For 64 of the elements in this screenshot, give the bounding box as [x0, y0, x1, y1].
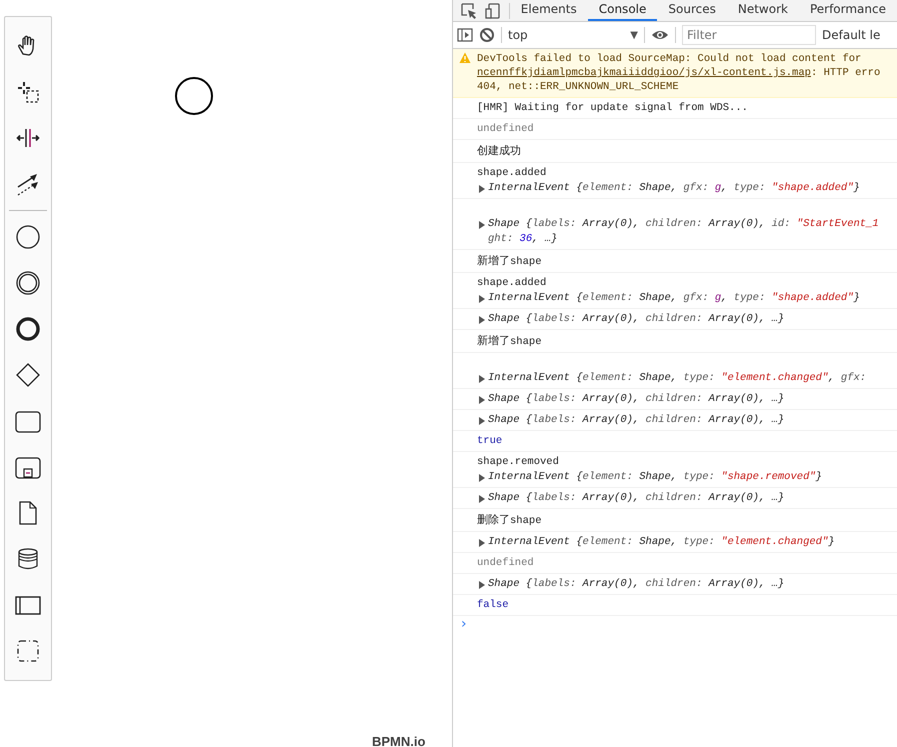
expand-triangle-icon[interactable] — [479, 474, 485, 482]
console-text: undefined — [477, 556, 534, 571]
console-text: ght: 36, …} — [488, 232, 558, 247]
expand-triangle-icon[interactable] — [479, 184, 485, 192]
space-tool-icon[interactable] — [16, 126, 40, 150]
console-text: 新增了shape — [477, 253, 542, 270]
start-event-shape — [175, 77, 213, 115]
console-text: Shape {labels: Array(0), children: Array(0), …} — [488, 413, 784, 428]
task-icon[interactable] — [15, 409, 41, 433]
end-event-icon[interactable] — [16, 317, 40, 341]
intermediate-event-icon[interactable] — [16, 271, 40, 295]
log-levels-dropdown[interactable]: Default le — [822, 28, 880, 42]
devtools-tab[interactable]: Sources — [657, 0, 727, 21]
database-icon[interactable] — [16, 547, 40, 571]
lasso-tool-icon[interactable] — [16, 80, 40, 104]
console-text: Shape {labels: Array(0), children: Array(0), id: "StartEvent_1 — [488, 217, 879, 232]
connect-arrows-icon[interactable] — [16, 172, 40, 196]
start-event-icon[interactable] — [16, 225, 40, 249]
devtools-tab[interactable]: Network — [726, 0, 799, 21]
console-text: shape.removed — [477, 455, 559, 470]
subprocess-icon[interactable] — [15, 455, 41, 479]
watermark-logo[interactable]: BPMN.io — [372, 734, 426, 747]
group-icon[interactable] — [16, 639, 40, 663]
console-text: InternalEvent {element: Shape, type: "element.changed", gfx: — [488, 371, 866, 386]
expand-triangle-icon[interactable] — [479, 220, 485, 228]
console-text: shape.added — [477, 166, 546, 181]
console-prompt[interactable]: › — [453, 616, 897, 632]
devtools-tab[interactable]: Performance — [798, 0, 897, 21]
inspect-icon[interactable] — [461, 2, 477, 18]
gateway-icon[interactable] — [16, 363, 40, 387]
expand-triangle-icon[interactable] — [479, 580, 485, 588]
context-dropdown[interactable]: top ▼ — [508, 28, 638, 42]
expand-triangle-icon[interactable] — [479, 294, 485, 302]
expand-triangle-icon[interactable] — [479, 374, 485, 382]
warning-icon — [459, 52, 471, 64]
console-text: Shape {labels: Array(0), children: Array(0), …} — [488, 312, 784, 327]
expand-triangle-icon[interactable] — [479, 494, 485, 502]
expand-triangle-icon[interactable] — [479, 316, 485, 324]
expand-triangle-icon[interactable] — [479, 416, 485, 424]
console-text: InternalEvent {element: Shape, gfx: g, type: "shape.added"} — [488, 181, 860, 196]
console-text: [HMR] Waiting for update signal from WDS... — [477, 101, 748, 116]
console-text: InternalEvent {element: Shape, gfx: g, type: "shape.added"} — [488, 291, 860, 306]
console-text: true — [477, 434, 502, 449]
console-text: Shape {labels: Array(0), children: Array(0), …} — [488, 392, 784, 407]
devtools-tab[interactable]: Console — [588, 0, 658, 21]
source-map-link[interactable]: ncennffkjdiamlpmcbajkmaiiiddgioo/js/xl-content.js.map — [477, 67, 811, 79]
console-text: 创建成功 — [477, 143, 521, 159]
console-text: false — [477, 598, 509, 613]
console-text: shape.added — [477, 276, 546, 291]
console-text: InternalEvent {element: Shape, type: "element.changed"} — [488, 535, 835, 550]
device-toolbar-icon[interactable] — [485, 2, 501, 18]
expand-triangle-icon[interactable] — [479, 538, 485, 546]
expand-triangle-icon[interactable] — [479, 396, 485, 404]
filter-field[interactable]: Filter — [682, 25, 816, 45]
console-text: Shape {labels: Array(0), children: Array(0), …} — [488, 491, 784, 506]
console-text: undefined — [477, 122, 534, 137]
console-text: 新增了shape — [477, 333, 542, 350]
console-text: InternalEvent {element: Shape, type: "shape.removed"} — [488, 470, 822, 485]
console-text: Shape {labels: Array(0), children: Array(0), …} — [488, 577, 784, 592]
warning-message: DevTools failed to load SourceMap: Could not load content for ncennffkjdiamlpmcbajkmaiiiddgioo/js/xl-content.js.map: HTTP erro 404, net::ERR_UNKNOWN_URL_SCHEME — [477, 52, 880, 94]
console-text: 删除了shape — [477, 512, 542, 529]
clear-console-icon[interactable] — [479, 27, 495, 43]
sidebar-toggle-icon[interactable] — [457, 27, 473, 43]
devtools-tab[interactable]: Elements — [510, 0, 588, 21]
